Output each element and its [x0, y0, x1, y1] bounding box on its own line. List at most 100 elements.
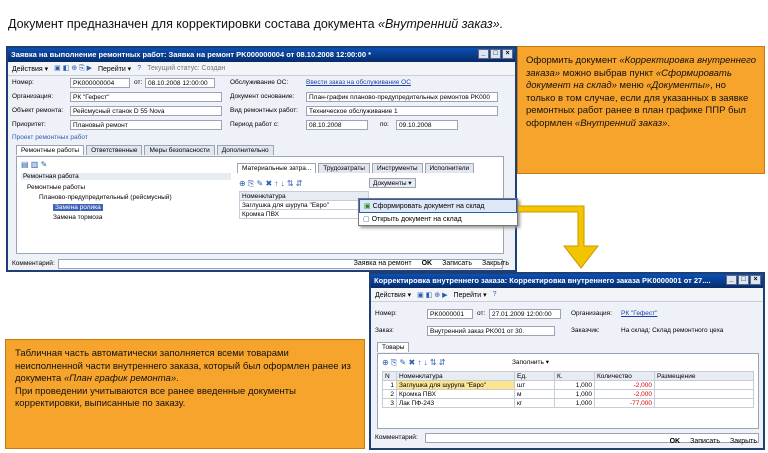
- close-icon[interactable]: ×: [502, 49, 513, 59]
- tab-materials[interactable]: Материальные затра...: [237, 163, 317, 173]
- nom-toolbar-icons[interactable]: ⊕ ⎘ ✎ ✖ ↑ ↓ ⇅ ⇵: [239, 179, 302, 189]
- toolbar-icons[interactable]: ▣ ◧ ⊕ ⎘ ▶: [54, 64, 92, 73]
- tab-additional[interactable]: Дополнительно: [216, 145, 274, 155]
- menu-item-create-doc[interactable]: ▣ Сформировать документ на склад: [359, 199, 517, 213]
- date-field[interactable]: 27.01.2009 12:00:00: [489, 309, 561, 319]
- tree-item-brake[interactable]: Замена тормоза: [53, 214, 102, 221]
- tab-responsible[interactable]: Ответственные: [86, 145, 143, 155]
- row-qty[interactable]: -2,000: [594, 389, 655, 399]
- goto-menu[interactable]: Перейти ▾: [453, 291, 486, 299]
- row-number: 2: [382, 389, 397, 399]
- tree-item-planned[interactable]: Планово-предупредительный (рейсмусный): [39, 194, 172, 201]
- row-nomenclature[interactable]: Заглушка для шурупа "Евро": [396, 380, 515, 390]
- create-doc-icon: ▣: [364, 203, 373, 210]
- menu-item-open-doc[interactable]: ▢ Открыть документ на склад: [359, 213, 517, 225]
- maximize-icon[interactable]: □: [490, 49, 501, 59]
- window-title-bar[interactable]: Корректировка внутреннего заказа: Коррек…: [371, 274, 763, 288]
- column-header: К.: [554, 371, 595, 381]
- nom-column-header: Номенклатура: [239, 191, 369, 201]
- tab-labor[interactable]: Трудозатраты: [318, 163, 370, 173]
- goods-panel: ⊕ ⎘ ✎ ✖ ↑ ↓ ⇅ ⇵ Заполнить ▾ N Номенклату…: [377, 353, 759, 429]
- callout-bottom: Табличная часть автоматически заполняетс…: [5, 339, 365, 449]
- table-row[interactable]: 2 Кромка ПВХ м 1,000 -2,000: [382, 389, 754, 399]
- number-field[interactable]: PK0000001: [427, 309, 473, 319]
- minimize-icon[interactable]: _: [726, 275, 737, 285]
- date-label: от:: [134, 79, 143, 86]
- documents-menu: ▣ Сформировать документ на склад ▢ Откры…: [358, 198, 518, 226]
- order-label: Заказ:: [375, 327, 394, 334]
- table-row[interactable]: 1 Заглушка для шурупа "Евро" шт 1,000 -2…: [382, 380, 754, 390]
- table-row[interactable]: 3 Лак ПФ-243 кг 1,000 -77,000: [382, 398, 754, 408]
- row-k[interactable]: 1,000: [554, 389, 595, 399]
- date-field[interactable]: 08.10.2008 12:00:00: [145, 78, 215, 88]
- row-qty[interactable]: -2,000: [594, 380, 655, 390]
- number-label: Номер:: [12, 79, 34, 86]
- row-placement[interactable]: [654, 380, 754, 390]
- base-doc-label: Документ основание:: [230, 93, 295, 100]
- row-placement[interactable]: [654, 398, 754, 408]
- repair-request-button[interactable]: Заявка на ремонт: [354, 260, 412, 267]
- save-button[interactable]: Записать: [690, 438, 720, 445]
- row-nomenclature[interactable]: Кромка ПВХ: [396, 389, 515, 399]
- actions-menu[interactable]: Действия ▾: [12, 65, 48, 73]
- maximize-icon[interactable]: □: [738, 275, 749, 285]
- period-from-field[interactable]: 08.10.2008: [306, 120, 368, 130]
- toolbar-icons[interactable]: ▣ ◧ ⊕ ▶: [417, 291, 447, 299]
- row-k[interactable]: 1,000: [554, 398, 595, 408]
- documents-button[interactable]: Документы ▾: [369, 178, 416, 188]
- priority-field[interactable]: Плановый ремонт: [70, 120, 222, 130]
- help-icon[interactable]: ?: [137, 65, 141, 72]
- kind-label: Вид ремонтных работ:: [230, 107, 298, 114]
- nom-row[interactable]: Заглушка для шурупа "Евро": [239, 200, 369, 210]
- priority-label: Приоритет:: [12, 121, 46, 128]
- tab-executors[interactable]: Исполнители: [424, 163, 475, 173]
- callout-top: Оформить документ «Корректировка внутрен…: [517, 46, 765, 174]
- row-k[interactable]: 1,000: [554, 380, 595, 390]
- close-button[interactable]: Закрыть: [730, 438, 757, 445]
- ok-button[interactable]: OK: [422, 260, 433, 267]
- row-unit[interactable]: м: [514, 389, 555, 399]
- actions-menu[interactable]: Действия ▾: [375, 291, 411, 299]
- tab-safety[interactable]: Меры безопасности: [144, 145, 215, 155]
- row-placement[interactable]: [654, 389, 754, 399]
- object-label: Объект ремонта:: [12, 107, 64, 114]
- row-number: 3: [382, 398, 397, 408]
- tab-tools[interactable]: Инструменты: [371, 163, 423, 173]
- kind-field[interactable]: Техническое обслуживание 1: [306, 106, 498, 116]
- close-icon[interactable]: ×: [750, 275, 761, 285]
- goods-tabs: Товары: [377, 342, 410, 352]
- window-title-bar[interactable]: Заявка на выполнение ремонтных работ: За…: [8, 48, 515, 62]
- tab-goods[interactable]: Товары: [377, 342, 410, 352]
- row-nomenclature[interactable]: Лак ПФ-243: [396, 398, 515, 408]
- close-button[interactable]: Закрыть: [482, 260, 509, 267]
- tree-item-roller[interactable]: Замена ролика: [53, 204, 103, 211]
- tree-item-root[interactable]: Ремонтные работы: [27, 184, 85, 191]
- number-field[interactable]: PK000000004: [70, 78, 130, 88]
- customer-value: На склад: Склад ремонтного цеха: [621, 327, 724, 334]
- row-unit[interactable]: шт: [514, 380, 555, 390]
- help-icon[interactable]: ?: [493, 291, 497, 298]
- object-field[interactable]: Рейсмусный станок D 55 Nova: [70, 106, 222, 116]
- goto-menu[interactable]: Перейти ▾: [98, 65, 131, 73]
- nom-row[interactable]: Кромка ПВХ: [239, 209, 369, 219]
- minimize-icon[interactable]: _: [478, 49, 489, 59]
- org-label: Организация:: [571, 310, 613, 317]
- ok-button[interactable]: OK: [670, 438, 681, 445]
- order-field[interactable]: Внутренний заказ PK001 от 30.: [427, 326, 555, 336]
- column-header: N: [382, 371, 397, 381]
- service-link[interactable]: Ввести заказ на обслуживание ОС: [306, 79, 411, 86]
- row-unit[interactable]: кг: [514, 398, 555, 408]
- row-qty[interactable]: -77,000: [594, 398, 655, 408]
- org-field[interactable]: РК "Гефест": [70, 92, 222, 102]
- order-correction-window: Корректировка внутреннего заказа: Коррек…: [369, 272, 765, 450]
- tab-repair-works[interactable]: Ремонтные работы: [16, 145, 85, 155]
- fill-button[interactable]: Заполнить ▾: [512, 358, 549, 366]
- save-button[interactable]: Записать: [442, 260, 472, 267]
- goods-toolbar-icons[interactable]: ⊕ ⎘ ✎ ✖ ↑ ↓ ⇅ ⇵: [382, 358, 445, 368]
- tree-header: Ремонтная работа: [21, 173, 231, 180]
- org-link[interactable]: РК "Гефест": [621, 310, 657, 317]
- base-doc-field[interactable]: План-график планово-предупредительных ре…: [306, 92, 498, 102]
- period-to-field[interactable]: 09.10.2008: [396, 120, 458, 130]
- tree-toolbar-icons[interactable]: ▤ ▥ ✎: [21, 160, 47, 169]
- status-text: Текущий статус: Создан: [147, 65, 226, 72]
